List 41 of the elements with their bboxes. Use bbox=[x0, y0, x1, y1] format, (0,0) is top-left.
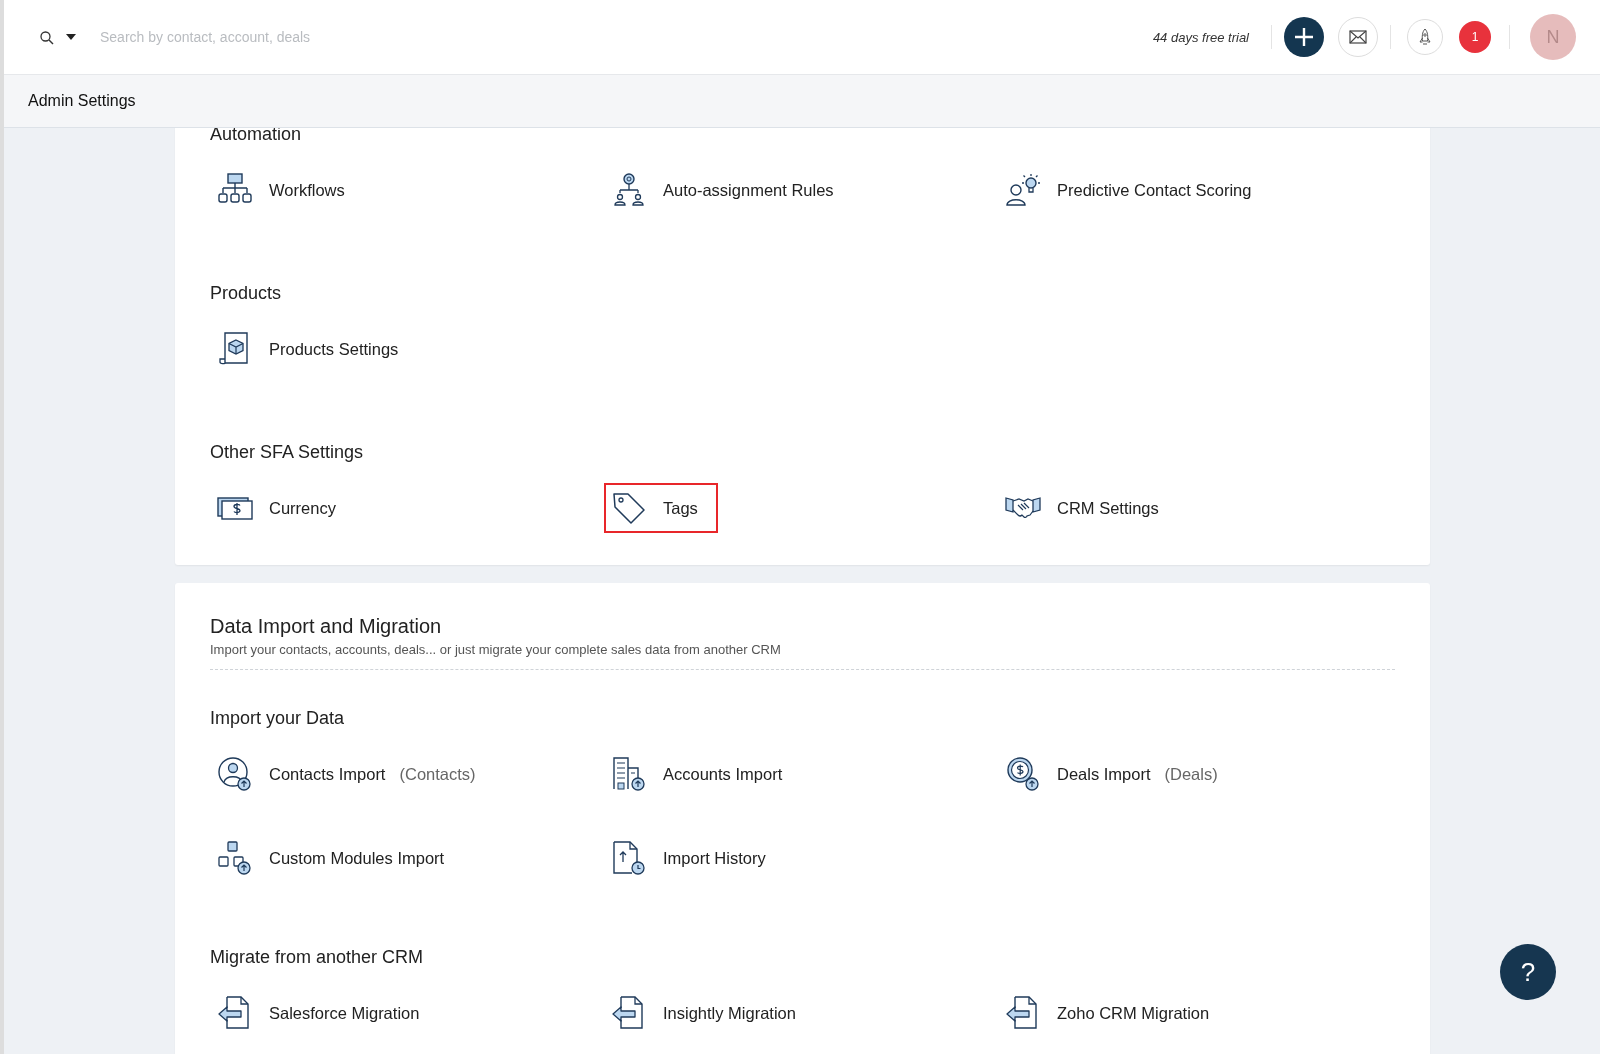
gear-people-icon bbox=[611, 172, 647, 208]
mail-button[interactable] bbox=[1338, 17, 1378, 57]
document-clock-icon bbox=[611, 840, 647, 876]
notification-badge[interactable]: 1 bbox=[1459, 21, 1491, 53]
settings-link[interactable]: Deals Import (Deals) bbox=[998, 749, 1238, 799]
trial-text: 44 days free trial bbox=[1152, 29, 1249, 45]
settings-link[interactable]: Auto-assignment Rules bbox=[604, 165, 854, 215]
settings-link[interactable]: Insightly Migration bbox=[604, 988, 816, 1038]
settings-link[interactable]: Workflows bbox=[210, 165, 365, 215]
settings-link[interactable]: Predictive Contact Scoring bbox=[998, 165, 1272, 215]
settings-link[interactable]: Contacts Import (Contacts) bbox=[210, 749, 496, 799]
settings-link[interactable]: Tags bbox=[604, 483, 718, 533]
settings-link[interactable]: Products Settings bbox=[210, 324, 419, 374]
settings-link[interactable]: Zoho CRM Migration bbox=[998, 988, 1230, 1038]
squares-upload-icon bbox=[217, 840, 253, 876]
settings-link[interactable]: Salesforce Migration bbox=[210, 988, 440, 1038]
section-heading: Products bbox=[210, 283, 283, 304]
mail-icon[interactable] bbox=[1349, 30, 1367, 44]
section-heading: Other SFA Settings bbox=[210, 442, 365, 463]
settings-link[interactable]: Accounts Import bbox=[604, 749, 803, 799]
card-title: Data Import and Migration bbox=[210, 615, 443, 638]
add-button[interactable] bbox=[1284, 17, 1324, 57]
search-icon[interactable] bbox=[40, 31, 54, 45]
person-bulb-icon bbox=[1005, 172, 1041, 208]
tag-icon bbox=[611, 490, 647, 526]
settings-link[interactable]: CRM Settings bbox=[998, 483, 1179, 533]
section-heading: Import your Data bbox=[210, 708, 346, 729]
help-button[interactable]: ? bbox=[1500, 944, 1556, 1000]
card-subtitle: Import your contacts, accounts, deals... or just migrate your complete sales data from another CRM bbox=[210, 642, 782, 657]
caret-icon[interactable] bbox=[66, 34, 76, 40]
rocket-button[interactable] bbox=[1407, 19, 1443, 55]
person-upload-icon bbox=[217, 756, 253, 792]
building-upload-icon bbox=[611, 756, 647, 792]
settings-link[interactable]: Import History bbox=[604, 833, 786, 883]
settings-link[interactable]: Custom Modules Import bbox=[210, 833, 465, 883]
rocket-icon[interactable] bbox=[1418, 28, 1432, 46]
coin-upload-icon bbox=[1005, 756, 1041, 792]
page-title: Admin Settings bbox=[28, 92, 136, 110]
section-heading: Migrate from another CRM bbox=[210, 947, 425, 968]
plus-icon[interactable] bbox=[1294, 27, 1314, 47]
settings-link[interactable]: Currency bbox=[210, 483, 356, 533]
